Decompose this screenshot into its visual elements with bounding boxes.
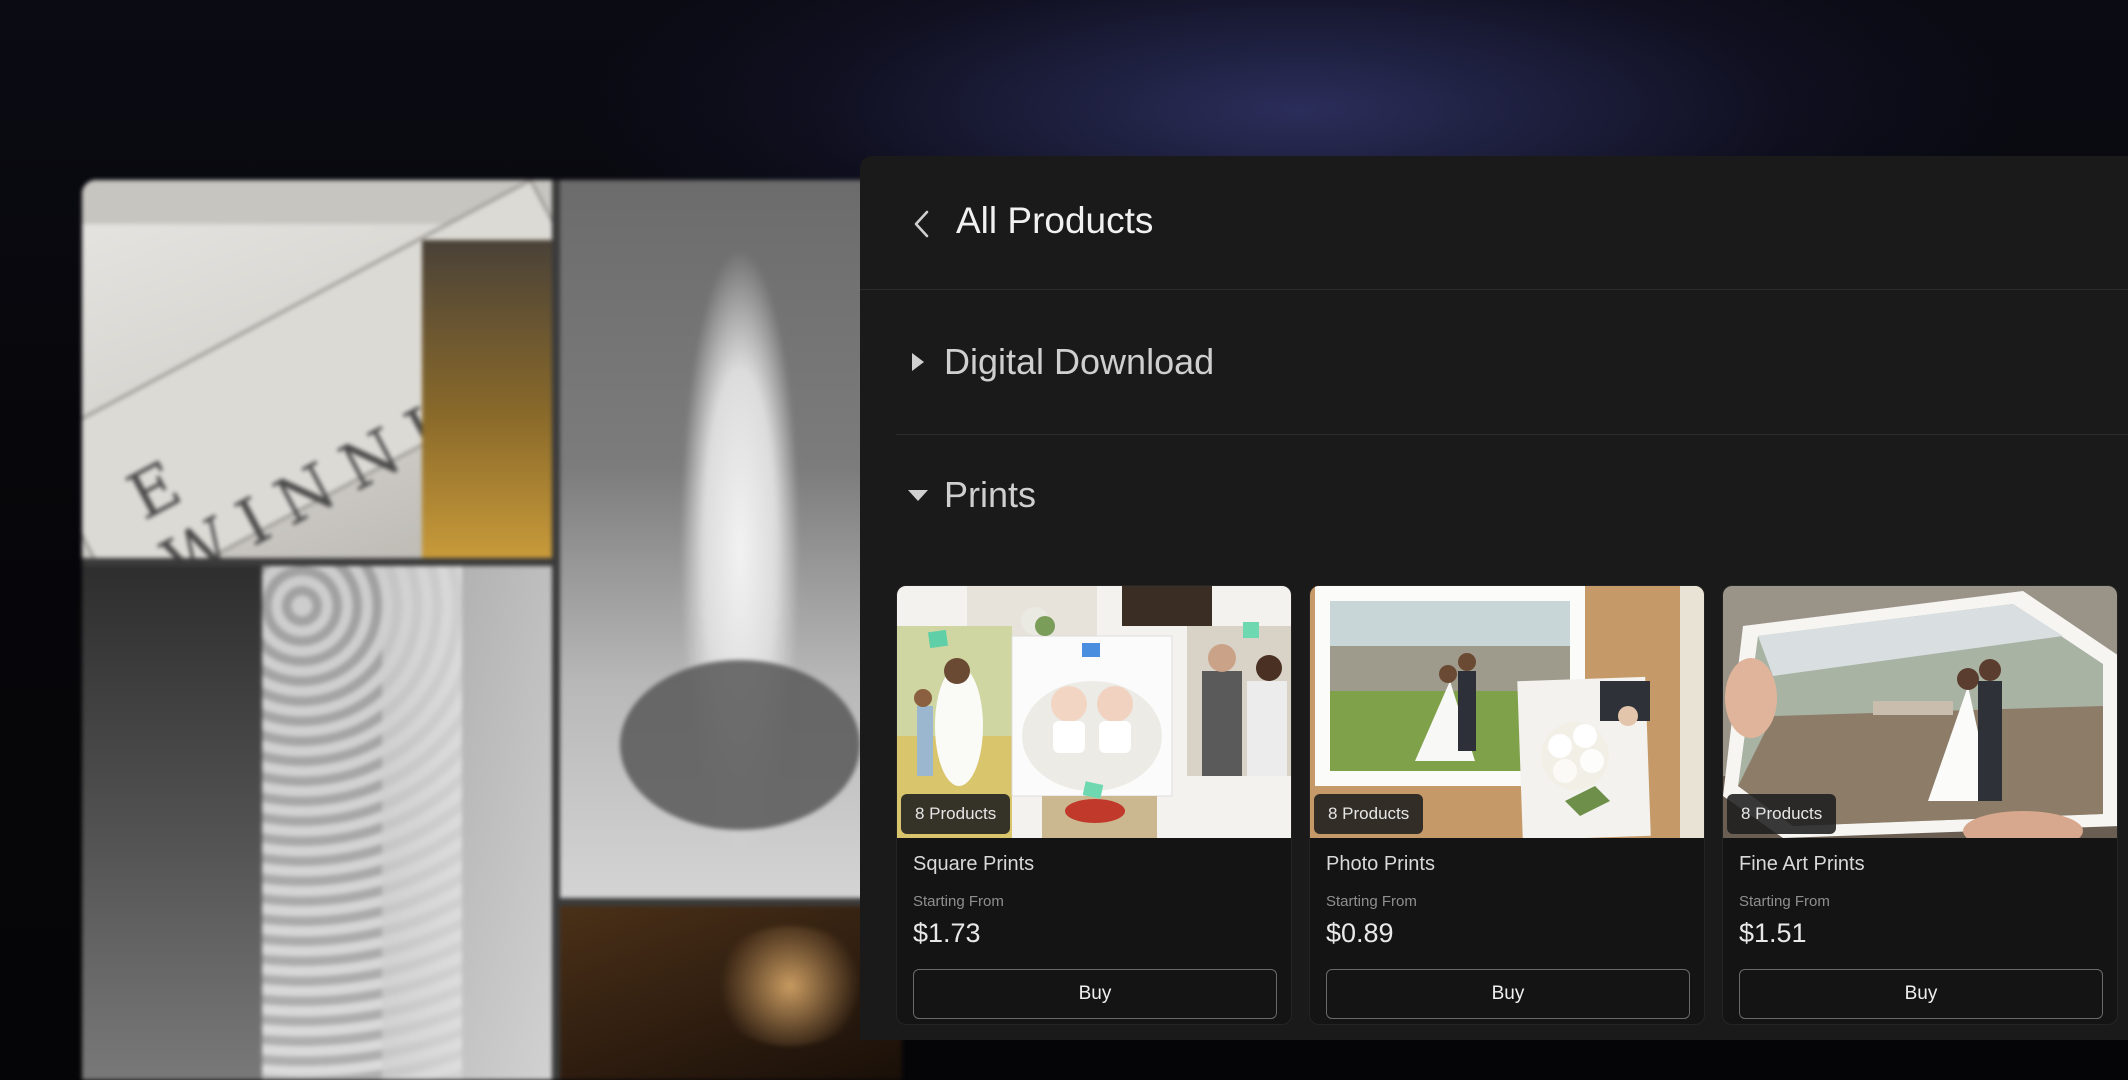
- caret-right-icon: [912, 353, 924, 371]
- buy-button-photo-prints[interactable]: Buy: [1326, 969, 1690, 1019]
- section-prints: Prints 8 Products Square Prints Starting…: [896, 435, 2128, 1040]
- product-thumbnail-fine-art-prints: 8 Products: [1723, 586, 2117, 838]
- product-count-badge: 8 Products: [901, 794, 1011, 834]
- product-price: $1.51: [1739, 918, 1807, 948]
- page-title: All Products: [956, 200, 1154, 241]
- section-label-prints: Prints: [944, 474, 1037, 515]
- gallery-photo-sign: E WINNIPEG: [82, 180, 552, 558]
- product-name: Square Prints: [913, 853, 1035, 875]
- gallery-photo-bride-walking: [560, 180, 902, 898]
- gallery-photo-bride-lace: [82, 566, 552, 1080]
- panel-header: All Products: [860, 156, 2128, 290]
- chevron-left-icon: [914, 210, 929, 238]
- product-price: $1.73: [913, 918, 981, 948]
- product-name: Fine Art Prints: [1739, 853, 1865, 875]
- product-name: Photo Prints: [1326, 853, 1435, 875]
- veil-detail: [382, 566, 552, 1080]
- price-label: Starting From: [913, 893, 1004, 910]
- prints-toggle[interactable]: Prints: [896, 435, 1036, 555]
- section-label-digital-download: Digital Download: [944, 341, 1215, 382]
- digital-download-toggle[interactable]: Digital Download: [896, 290, 1214, 434]
- product-card-photo-prints[interactable]: 8 Products Photo Prints Starting From $0…: [1309, 585, 1705, 1025]
- gold-lights: [422, 240, 552, 558]
- bride-shadow: [620, 660, 860, 830]
- photo-gallery: E WINNIPEG: [82, 180, 902, 1080]
- product-thumbnail-photo-prints: 8 Products: [1310, 586, 1704, 838]
- price-label: Starting From: [1739, 893, 1830, 910]
- products-panel: All Products Digital Download Prints 8 P…: [860, 156, 2128, 1040]
- product-count-badge: 8 Products: [1727, 794, 1837, 834]
- buy-button-square-prints[interactable]: Buy: [913, 969, 1277, 1019]
- price-label: Starting From: [1326, 893, 1417, 910]
- product-card-list: 8 Products Square Prints Starting From $…: [896, 585, 2128, 1025]
- buy-button-fine-art-prints[interactable]: Buy: [1739, 969, 2103, 1019]
- section-digital-download: Digital Download: [896, 290, 2128, 435]
- gallery-photo-reception: [560, 906, 902, 1080]
- reception-glow: [710, 926, 870, 1046]
- caret-down-icon: [908, 490, 928, 501]
- product-card-square-prints[interactable]: 8 Products Square Prints Starting From $…: [896, 585, 1292, 1025]
- product-thumbnail-square-prints: 8 Products: [897, 586, 1291, 838]
- back-button[interactable]: [902, 204, 942, 244]
- product-card-fine-art-prints[interactable]: 8 Products Fine Art Prints Starting From…: [1722, 585, 2118, 1025]
- product-price: $0.89: [1326, 918, 1394, 948]
- product-count-badge: 8 Products: [1314, 794, 1424, 834]
